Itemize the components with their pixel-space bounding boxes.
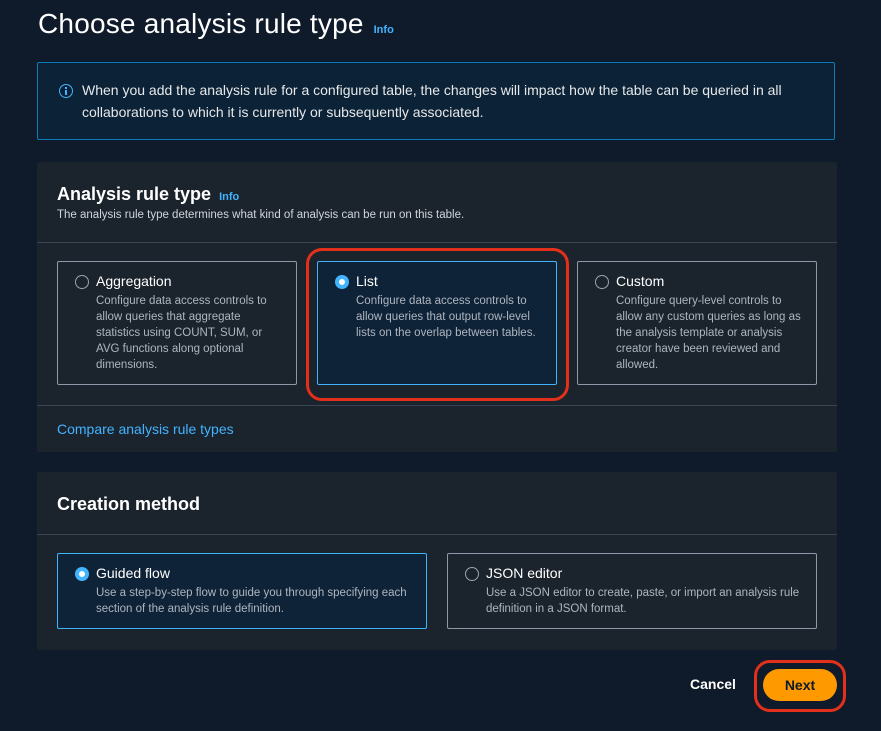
option-description: Configure query-level controls to allow … bbox=[616, 295, 801, 371]
method-option-guided-flow[interactable]: Guided flow Use a step-by-step flow to g… bbox=[57, 553, 427, 629]
radio-json-editor[interactable] bbox=[465, 567, 479, 581]
rule-type-description: The analysis rule type determines what k… bbox=[57, 209, 465, 221]
option-description: Use a JSON editor to create, paste, or i… bbox=[486, 587, 800, 615]
highlight-annotation-list bbox=[306, 248, 569, 401]
divider bbox=[37, 242, 837, 243]
option-label: JSON editor bbox=[486, 565, 563, 581]
radio-guided-flow[interactable] bbox=[75, 567, 89, 581]
rule-type-title: Analysis rule type bbox=[57, 184, 212, 204]
page-header: Choose analysis rule type Info bbox=[38, 8, 394, 40]
radio-aggregation[interactable] bbox=[75, 275, 89, 289]
compare-rule-types-link[interactable]: Compare analysis rule types bbox=[57, 421, 234, 437]
divider bbox=[37, 534, 837, 535]
rule-type-header: Analysis rule type Info bbox=[57, 184, 239, 205]
highlight-annotation-next bbox=[754, 660, 846, 712]
option-description: Use a step-by-step flow to guide you thr… bbox=[96, 587, 407, 615]
option-label: Custom bbox=[616, 273, 665, 289]
alert-text: When you add the analysis rule for a con… bbox=[82, 82, 782, 120]
rule-option-custom[interactable]: Custom Configure query-level controls to… bbox=[577, 261, 817, 385]
info-alert: When you add the analysis rule for a con… bbox=[37, 62, 835, 140]
page-title: Choose analysis rule type bbox=[38, 8, 364, 39]
creation-method-panel: Creation method Guided flow Use a step-b… bbox=[37, 472, 837, 650]
method-option-json-editor[interactable]: JSON editor Use a JSON editor to create,… bbox=[447, 553, 817, 629]
cancel-button[interactable]: Cancel bbox=[690, 676, 736, 692]
divider bbox=[37, 405, 837, 406]
radio-custom[interactable] bbox=[595, 275, 609, 289]
page-info-link[interactable]: Info bbox=[374, 24, 394, 36]
rule-option-aggregation[interactable]: Aggregation Configure data access contro… bbox=[57, 261, 297, 385]
rule-type-info-link[interactable]: Info bbox=[219, 191, 239, 203]
option-label: Guided flow bbox=[96, 565, 170, 581]
creation-method-title: Creation method bbox=[57, 494, 201, 514]
option-description: Configure data access controls to allow … bbox=[96, 295, 267, 371]
option-label: Aggregation bbox=[96, 273, 172, 289]
info-circle-icon bbox=[59, 84, 73, 98]
